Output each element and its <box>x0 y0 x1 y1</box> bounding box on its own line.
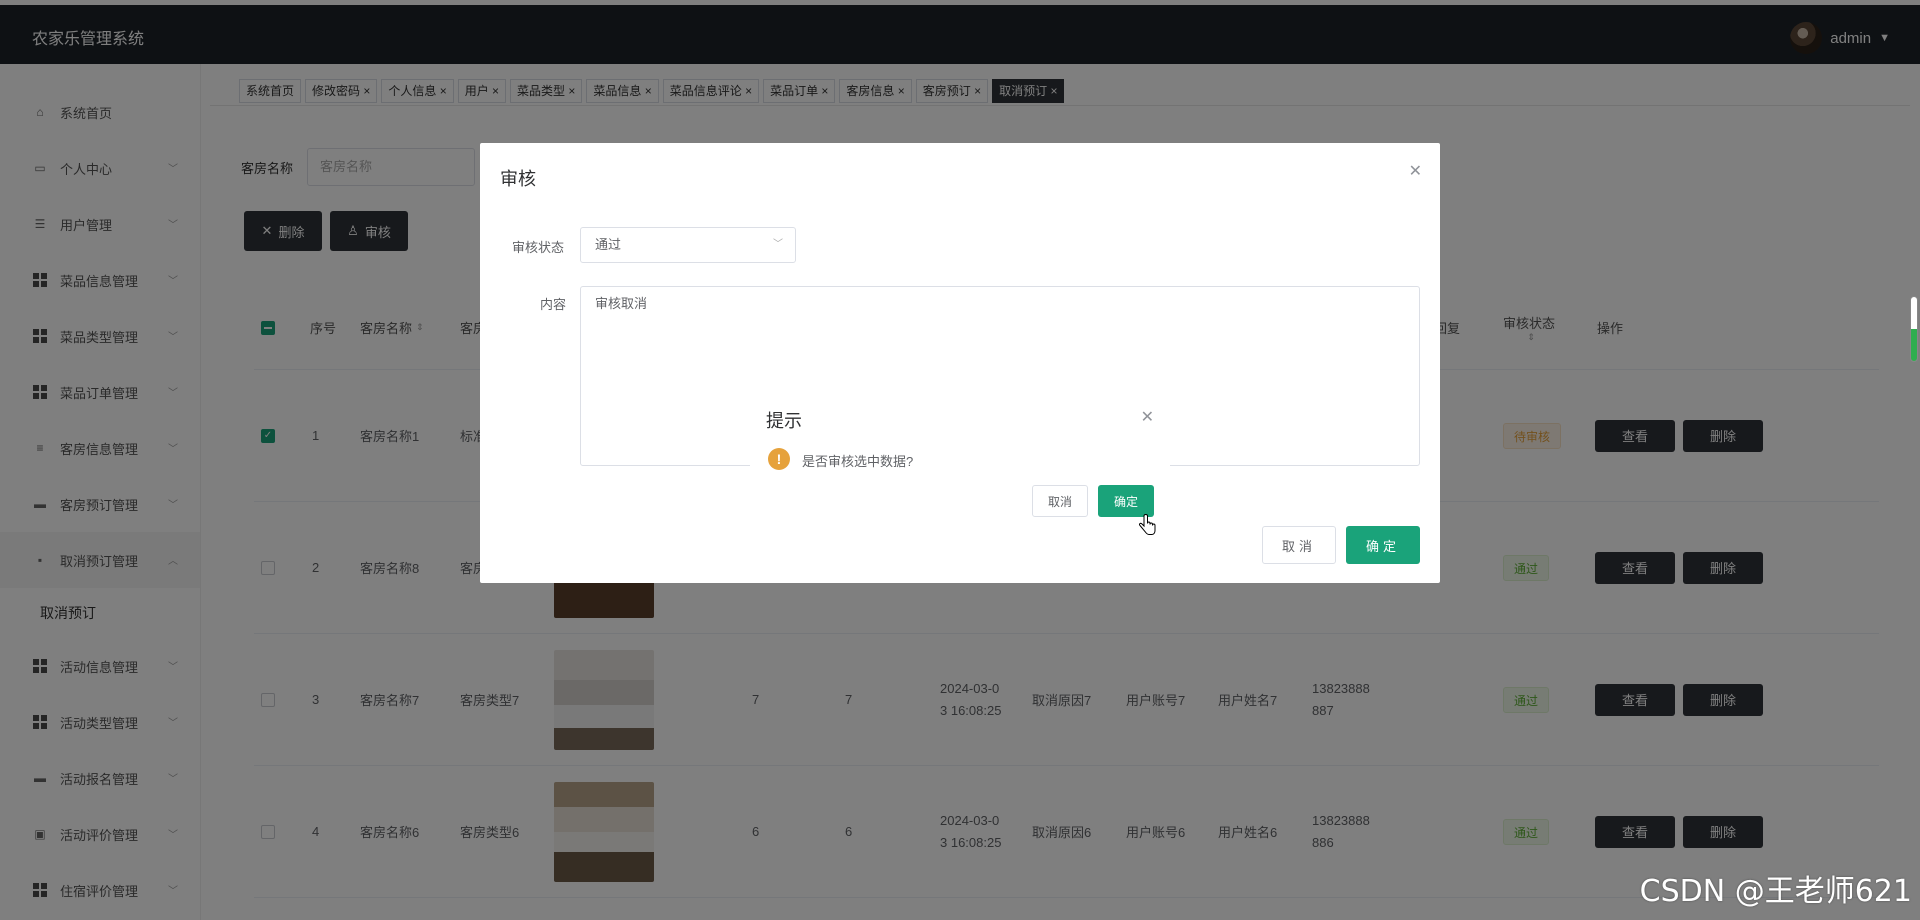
scrollbar[interactable] <box>1910 296 1918 362</box>
dialog-cancel-button[interactable]: 取消 <box>1262 526 1336 564</box>
hand-cursor-icon <box>1138 514 1156 535</box>
close-icon[interactable]: ✕ <box>1141 407 1154 427</box>
confirm-title: 提示 <box>766 411 802 431</box>
dialog-ok-button[interactable]: 确定 <box>1346 526 1420 564</box>
warning-icon: ! <box>768 448 790 470</box>
audit-status-select[interactable]: 通过 ﹀ <box>580 227 796 263</box>
confirm-box: 提示 ✕ ! 是否审核选中数据? 取消 确定 <box>750 393 1170 529</box>
content-label: 内容 <box>540 297 567 312</box>
audit-status-value: 通过 <box>595 237 622 252</box>
watermark: CSDN @王老师621 <box>1639 874 1912 909</box>
chevron-down-icon: ﹀ <box>773 239 783 250</box>
confirm-message: 是否审核选中数据? <box>802 454 914 469</box>
confirm-ok-button[interactable]: 确定 <box>1098 485 1154 517</box>
audit-status-label: 审核状态 <box>512 240 565 255</box>
close-icon[interactable]: ✕ <box>1409 161 1422 181</box>
confirm-cancel-button[interactable]: 取消 <box>1032 485 1088 517</box>
dialog-title: 审核 <box>500 169 536 189</box>
